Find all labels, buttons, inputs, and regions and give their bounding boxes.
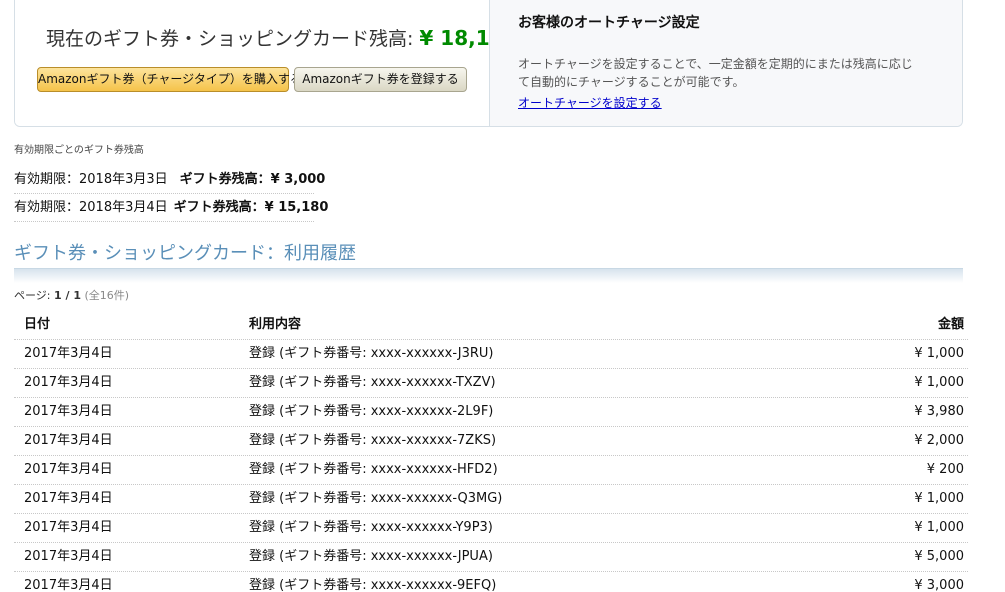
cell-amount: ¥ 3,000: [914, 578, 964, 592]
table-row: 2017年3月4日 登録 (ギフト券番号: xxxx-xxxxxx-TXZV) ¥ …: [14, 369, 968, 398]
balance-summary-box: 現在のギフト券・ショッピングカード残高: ¥ 18,180 Amazonギフト券（…: [14, 0, 963, 127]
auto-charge-setup-link[interactable]: オートチャージを設定する: [518, 94, 662, 111]
cell-description: 登録 (ギフト券番号: xxxx-xxxxxx-Y9P3): [249, 520, 493, 535]
cell-amount: ¥ 1,000: [914, 375, 964, 390]
cell-amount: ¥ 3,980: [914, 404, 964, 419]
cell-amount: ¥ 1,000: [914, 520, 964, 535]
cell-description: 登録 (ギフト券番号: xxxx-xxxxxx-7ZKS): [249, 433, 497, 448]
cell-amount: ¥ 200: [926, 462, 964, 477]
table-row: 2017年3月4日 登録 (ギフト券番号: xxxx-xxxxxx-Y9P3) ¥ …: [14, 514, 968, 543]
table-row: 2017年3月4日 登録 (ギフト券番号: xxxx-xxxxxx-JPUA) ¥ …: [14, 543, 968, 572]
cell-date: 2017年3月4日: [24, 462, 113, 477]
expiration-date: 有効期限：2018年3月3日: [14, 172, 168, 187]
expiration-row: 有効期限：2018年3月3日 ギフト券残高：¥ 3,000: [14, 167, 325, 194]
table-row: 2017年3月4日 登録 (ギフト券番号: xxxx-xxxxxx-HFD2) ¥ …: [14, 456, 968, 485]
table-row: 2017年3月4日 登録 (ギフト券番号: xxxx-xxxxxx-9EFQ) ¥ …: [14, 572, 968, 592]
auto-charge-description: オートチャージを設定することで、一定金額を定期的にまたは残高に応じて自動的にチャ…: [518, 57, 913, 89]
expiration-date: 有効期限：2018年3月4日: [14, 200, 168, 215]
column-header-date: 日付: [24, 317, 51, 332]
table-row: 2017年3月4日 登録 (ギフト券番号: xxxx-xxxxxx-Q3MG) ¥ …: [14, 485, 968, 514]
cell-amount: ¥ 1,000: [914, 491, 964, 506]
current-balance: 現在のギフト券・ショッピングカード残高: ¥ 18,180: [46, 24, 517, 51]
column-header-amount: 金額: [937, 317, 964, 332]
register-gift-card-button[interactable]: Amazonギフト券を登録する: [294, 67, 467, 92]
cell-date: 2017年3月4日: [24, 346, 113, 361]
pager: ページ: 1 / 1 (全16件): [14, 287, 129, 303]
history-divider: [14, 268, 963, 283]
cell-date: 2017年3月4日: [24, 433, 113, 448]
expiration-row: 有効期限：2018年3月4日 ギフト券残高：¥ 15,180: [14, 195, 328, 222]
cell-description: 登録 (ギフト券番号: xxxx-xxxxxx-TXZV): [249, 375, 496, 390]
pager-label: ページ:: [14, 289, 51, 302]
balance-panel: 現在のギフト券・ショッピングカード残高: ¥ 18,180 Amazonギフト券（…: [15, 0, 517, 126]
expiration-balance: ギフト券残高：¥ 3,000: [179, 172, 326, 187]
history-title: ギフト券・ショッピングカード：利用履歴: [14, 243, 356, 264]
auto-charge-panel: お客様のオートチャージ設定 オートチャージを設定することで、一定金額を定期的にま…: [490, 0, 962, 126]
pager-pages: 1 / 1: [54, 289, 81, 302]
cell-date: 2017年3月4日: [24, 404, 113, 419]
cell-description: 登録 (ギフト券番号: xxxx-xxxxxx-JPUA): [249, 549, 493, 564]
cell-description: 登録 (ギフト券番号: xxxx-xxxxxx-2L9F): [249, 404, 494, 419]
history-table: 日付 利用内容 金額 2017年3月4日登録 (ギフト券番号: xxxx-xxx…: [14, 311, 968, 592]
cell-description: 登録 (ギフト券番号: xxxx-xxxxxx-HFD2): [249, 462, 498, 477]
cell-date: 2017年3月4日: [24, 491, 113, 506]
cell-amount: ¥ 1,000: [914, 346, 964, 361]
cell-amount: ¥ 5,000: [914, 549, 964, 564]
gift-card-balance-page: 現在のギフト券・ショッピングカード残高: ¥ 18,180 Amazonギフト券（…: [0, 0, 1005, 592]
cell-amount: ¥ 2,000: [914, 433, 964, 448]
table-row: 2017年3月4日 登録 (ギフト券番号: xxxx-xxxxxx-J3RU) ¥ …: [14, 340, 968, 369]
buy-gift-card-button[interactable]: Amazonギフト券（チャージタイプ）を購入する: [37, 67, 302, 92]
expiration-balance: ギフト券残高：¥ 15,180: [173, 200, 329, 215]
auto-charge-title: お客様のオートチャージ設定: [518, 15, 700, 31]
cell-date: 2017年3月4日: [24, 578, 113, 592]
cell-date: 2017年3月4日: [24, 549, 113, 564]
cell-description: 登録 (ギフト券番号: xxxx-xxxxxx-Q3MG): [249, 491, 503, 506]
table-header-row: 日付 利用内容 金額: [14, 311, 968, 340]
table-row: 2017年3月4日 登録 (ギフト券番号: xxxx-xxxxxx-7ZKS) ¥ …: [14, 427, 968, 456]
current-balance-label: 現在のギフト券・ショッピングカード残高:: [46, 28, 414, 50]
pager-count: (全16件): [84, 289, 130, 302]
cell-date: 2017年3月4日: [24, 375, 113, 390]
column-header-description: 利用内容: [249, 317, 302, 332]
cell-description: 登録 (ギフト券番号: xxxx-xxxxxx-9EFQ): [249, 578, 497, 592]
expiration-heading: 有効期限ごとのギフト券残高: [14, 145, 144, 156]
cell-description: 登録 (ギフト券番号: xxxx-xxxxxx-J3RU): [249, 346, 494, 361]
cell-date: 2017年3月4日: [24, 520, 113, 535]
table-row: 2017年3月4日 登録 (ギフト券番号: xxxx-xxxxxx-2L9F) ¥ …: [14, 398, 968, 427]
